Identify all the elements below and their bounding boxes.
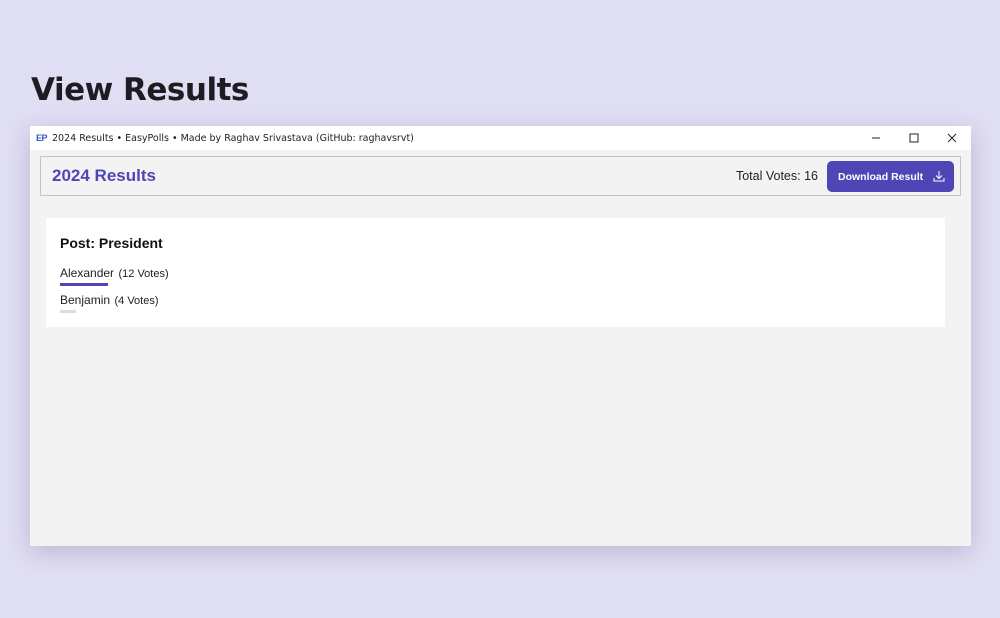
total-votes: Total Votes: 16 — [735, 169, 818, 183]
post-title: Post: President — [60, 235, 163, 251]
results-title: 2024 Results — [52, 166, 156, 185]
close-icon — [947, 133, 957, 143]
candidate-row: Alexander (12 Votes) — [60, 264, 169, 286]
maximize-button[interactable] — [895, 126, 933, 150]
maximize-icon — [909, 133, 919, 143]
title-bar[interactable]: EP 2024 Results • EasyPolls • Made by Ra… — [30, 126, 971, 150]
vote-bar — [60, 310, 76, 313]
minimize-icon — [872, 137, 880, 139]
candidate-name: Benjamin — [60, 293, 111, 307]
minimize-button[interactable] — [857, 126, 895, 150]
results-header: 2024 Results Total Votes: 16 Download Re… — [40, 156, 961, 196]
candidate-votes: (12 Votes) — [118, 268, 169, 280]
candidate-row: Benjamin (4 Votes) — [60, 291, 159, 313]
app-window: EP 2024 Results • EasyPolls • Made by Ra… — [30, 126, 971, 546]
vote-bar — [60, 283, 108, 286]
download-result-label: Download Result — [838, 170, 924, 183]
page-heading: View Results — [31, 72, 249, 108]
candidate-votes: (4 Votes) — [114, 295, 159, 307]
candidate-name: Alexander — [60, 266, 115, 280]
window-controls — [857, 126, 971, 150]
results-card: Post: President Alexander (12 Votes) Ben… — [46, 218, 945, 327]
download-icon — [933, 171, 945, 182]
download-result-button[interactable]: Download Result — [827, 161, 954, 192]
window-title: 2024 Results • EasyPolls • Made by Ragha… — [52, 132, 414, 144]
close-button[interactable] — [933, 126, 971, 150]
app-logo-icon: EP — [36, 133, 48, 143]
